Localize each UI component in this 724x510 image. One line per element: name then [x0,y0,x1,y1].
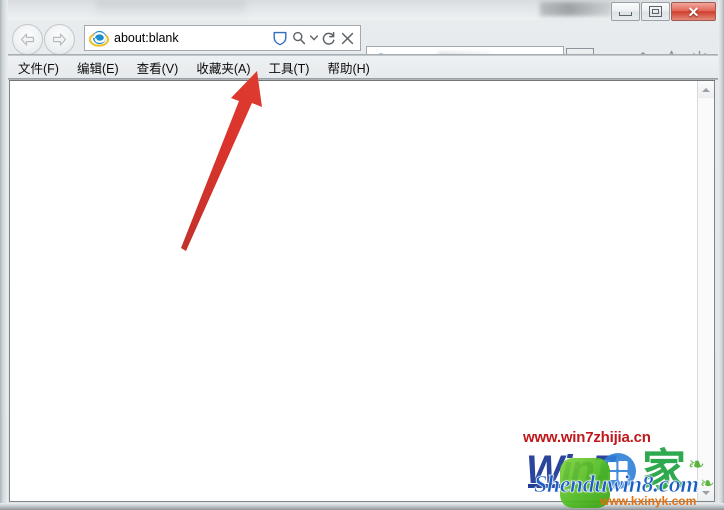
menu-item-file[interactable]: 文件(F) [18,58,59,77]
menu-item-view[interactable]: 查看(V) [137,58,179,77]
forward-button[interactable] [44,24,75,55]
window-frame-left [0,0,8,510]
forward-arrow-icon [52,33,67,46]
title-bar-blurred-text [96,0,246,18]
navigation-bar: about:blank [8,22,718,72]
address-bar[interactable]: about:blank [84,25,361,51]
menu-item-favorites[interactable]: 收藏夹(A) [196,58,250,77]
window-frame-bottom [0,503,724,510]
page-content-frame [9,80,715,502]
close-button[interactable]: ✕ [671,2,716,21]
maximize-icon [649,6,662,17]
minimize-button[interactable] [611,2,640,21]
scroll-up-button[interactable] [698,81,714,98]
page-canvas [10,81,698,501]
browser-window: ✕ about:blank 文件(F) 编辑(E) 查看(V) 收藏夹(A) 工… [0,0,724,510]
vertical-scrollbar[interactable] [697,81,714,501]
chevron-down-icon[interactable] [308,28,319,48]
stop-icon[interactable] [338,28,357,48]
menu-item-tools[interactable]: 工具(T) [268,58,309,77]
address-input[interactable]: about:blank [114,30,270,46]
menu-item-edit[interactable]: 编辑(E) [77,58,119,77]
search-icon[interactable] [289,28,308,48]
menu-bar: 文件(F) 编辑(E) 查看(V) 收藏夹(A) 工具(T) 帮助(H) [8,56,718,79]
back-button[interactable] [12,24,43,55]
chevron-down-icon [702,490,710,495]
scrollbar-track[interactable] [698,98,714,484]
back-arrow-icon [20,33,35,46]
window-controls: ✕ [610,2,716,22]
refresh-icon[interactable] [319,28,338,48]
internet-explorer-icon [89,30,109,47]
shield-icon[interactable] [270,28,289,48]
window-frame-right [718,0,724,510]
menu-item-help[interactable]: 帮助(H) [327,58,369,77]
minimize-icon [619,12,632,16]
scroll-down-button[interactable] [698,484,714,501]
maximize-button[interactable] [641,2,670,21]
close-icon: ✕ [687,3,700,20]
chevron-up-icon [702,87,710,92]
address-bar-icons [270,28,357,48]
title-bar-blurred-text-right [540,2,612,16]
